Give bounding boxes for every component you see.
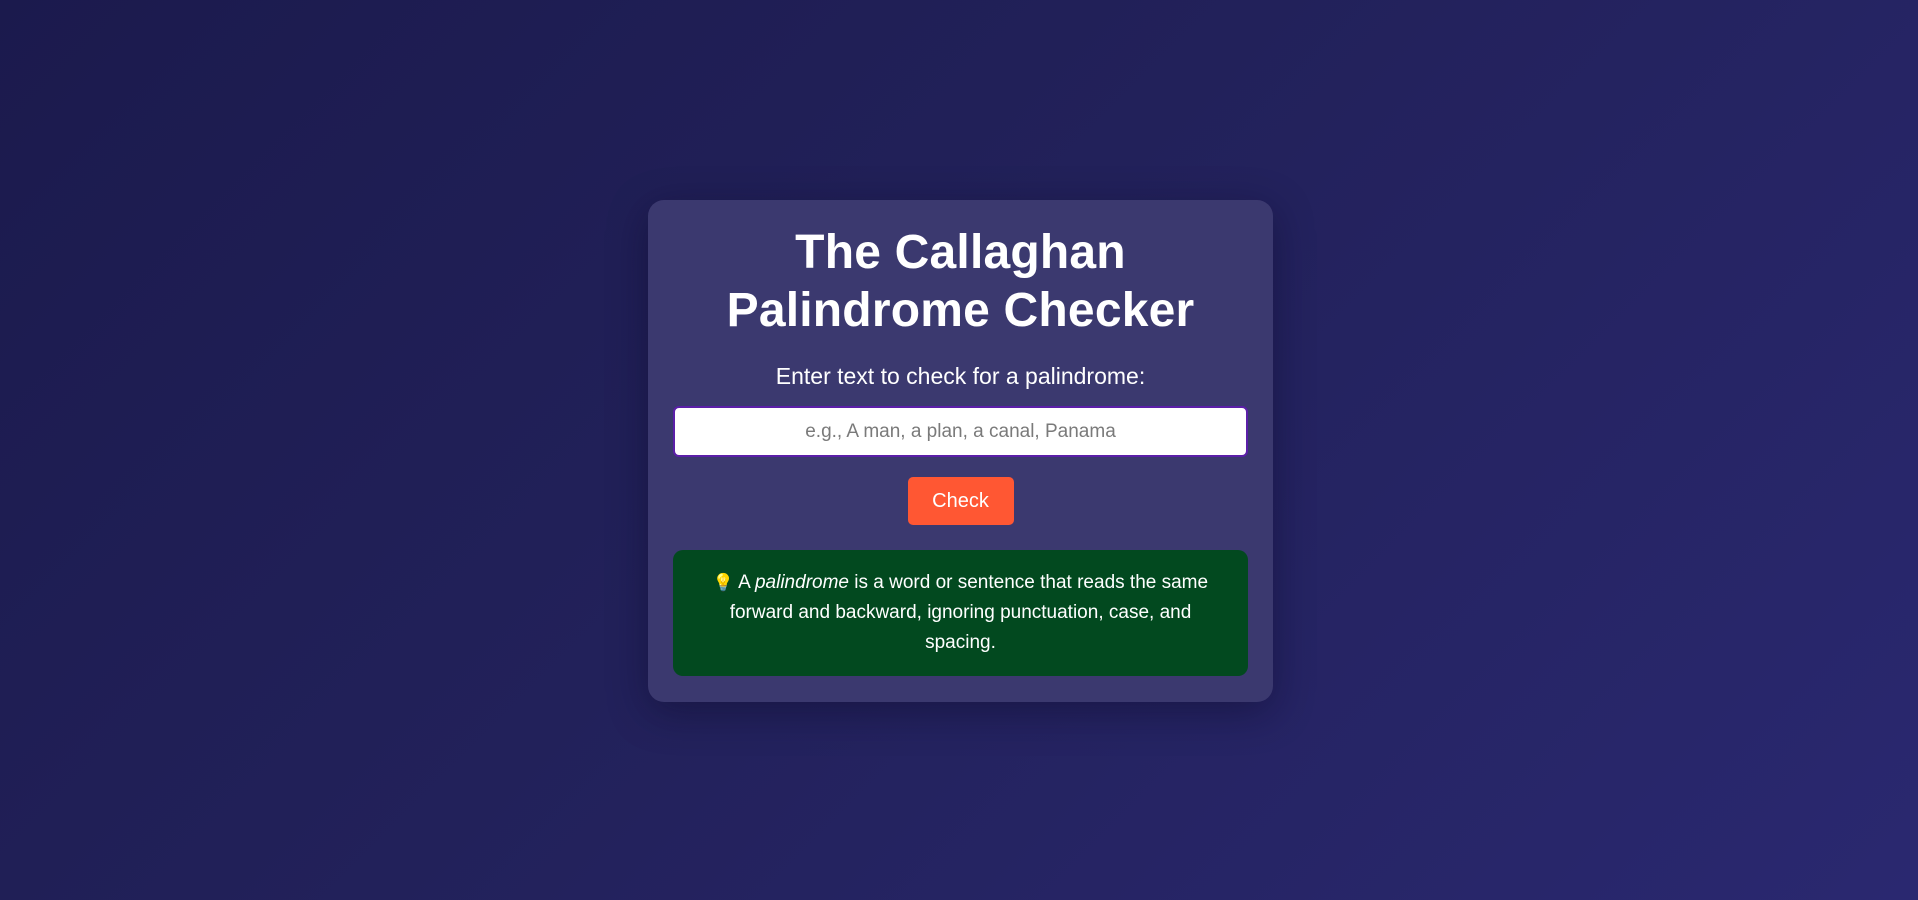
input-label: Enter text to check for a palindrome: bbox=[775, 363, 1146, 389]
page-title: The Callaghan Palindrome Checker bbox=[726, 226, 1195, 337]
info-box: 💡 A palindrome is a word or sentence that… bbox=[673, 550, 1248, 676]
palindrome-text-input[interactable] bbox=[673, 406, 1248, 457]
info-prefix: A bbox=[738, 572, 755, 593]
lightbulb-icon: 💡 bbox=[712, 573, 735, 593]
check-button[interactable]: Check bbox=[907, 477, 1014, 525]
palindrome-checker-card: The Callaghan Palindrome Checker Enter t… bbox=[648, 200, 1273, 702]
info-term: palindrome bbox=[754, 572, 849, 593]
